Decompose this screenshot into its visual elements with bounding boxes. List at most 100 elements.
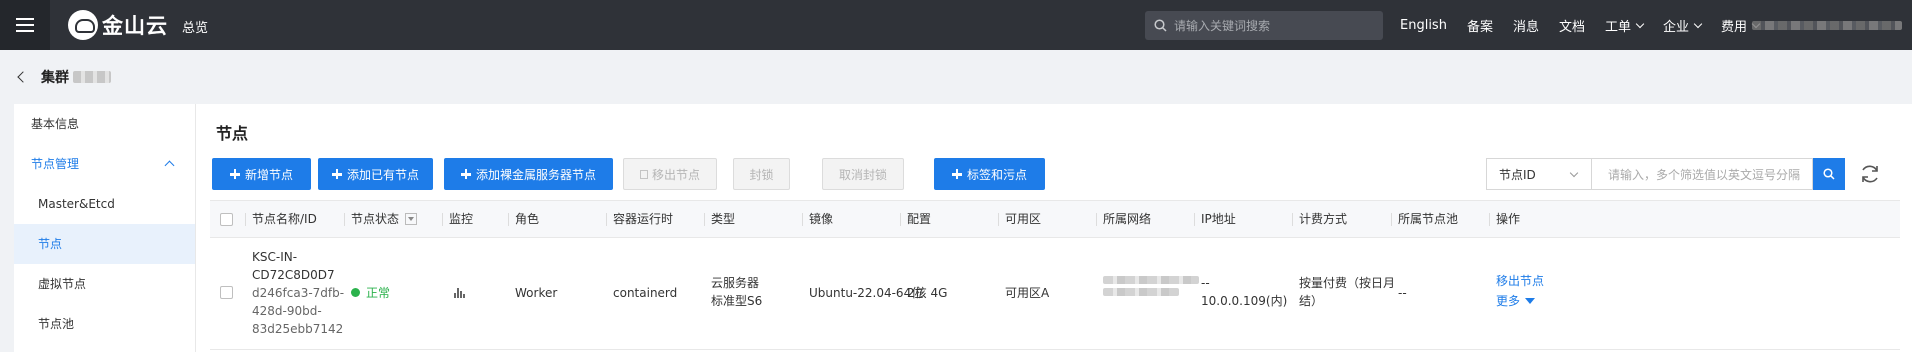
labels-taints-label: 标签和污点 [966, 167, 1027, 182]
column-header-monitor: 监控 [442, 201, 473, 237]
node-id-line: 428d-90bd- [252, 304, 322, 318]
sidebar-item-nodes[interactable]: 节点 [14, 224, 195, 264]
column-header-role: 角色 [508, 201, 539, 237]
sidebar-item-node-pool[interactable]: 节点池 [14, 304, 195, 344]
node-name-cell: KSC-IN- CD72C8D0D7 d246fca3-7dfb- 428d-9… [252, 248, 344, 338]
node-status-text: 正常 [366, 286, 391, 300]
cloud-logo-icon [68, 10, 98, 40]
nav-filing[interactable]: 备案 [1467, 16, 1493, 35]
nav-docs[interactable]: 文档 [1559, 16, 1585, 35]
row-checkbox[interactable] [220, 286, 233, 299]
column-divider [1292, 213, 1293, 226]
filter-field-select[interactable]: 节点ID [1486, 158, 1592, 190]
top-navigation-bar: 金山云 总览 请输入关键词搜索 English 备案 消息 文档 工单 企业 费… [0, 0, 1912, 50]
sidebar-item-virtual-nodes[interactable]: 虚拟节点 [14, 264, 195, 304]
monitor-chart-icon[interactable] [454, 288, 466, 298]
uncordon-button[interactable]: 取消封锁 [822, 158, 904, 190]
filter-input[interactable]: 请输入，多个筛选值以英文逗号分隔 [1592, 158, 1813, 190]
column-divider [606, 213, 607, 226]
column-header-status-label: 节点状态 [351, 212, 400, 226]
sidebar-item-basic-info[interactable]: 基本信息 [14, 104, 195, 144]
chevron-up-icon [164, 160, 175, 171]
column-header-runtime: 容器运行时 [606, 201, 673, 237]
search-placeholder: 请输入关键词搜索 [1174, 19, 1271, 33]
node-name-line: KSC-IN- [252, 250, 298, 264]
cluster-title: 集群 [41, 70, 69, 86]
nav-english[interactable]: English [1400, 18, 1447, 33]
remove-node-button[interactable]: 移出节点 [623, 158, 717, 190]
breadcrumb: 集群 [16, 66, 111, 88]
logo[interactable]: 金山云 [68, 10, 168, 40]
node-name-line: CD72C8D0D7 [252, 268, 335, 282]
column-divider [508, 213, 509, 226]
column-header-zone-label: 可用区 [1005, 212, 1042, 226]
search-icon [1154, 19, 1167, 32]
add-node-button[interactable]: 新增节点 [212, 158, 311, 190]
sidebar: 基本信息 节点管理 Master&Etcd 节点 虚拟节点 节点池 [14, 104, 196, 352]
column-divider [1489, 213, 1490, 226]
remove-node-link[interactable]: 移出节点 [1496, 272, 1544, 290]
add-node-label: 新增节点 [244, 167, 293, 182]
column-header-node-pool-label: 所属节点池 [1398, 212, 1459, 226]
billing-line: 结） [1299, 294, 1324, 308]
column-header-node-pool: 所属节点池 [1391, 201, 1459, 237]
plus-icon [229, 169, 240, 179]
sidebar-item-master-etcd[interactable]: Master&Etcd [14, 184, 195, 224]
redacted-line [1103, 276, 1199, 284]
node-status-cell: 正常 [351, 284, 390, 302]
column-header-actions-label: 操作 [1496, 212, 1521, 226]
filter-search-button[interactable] [1813, 158, 1845, 190]
zone-cell: 可用区A [1005, 286, 1050, 300]
select-all-checkbox[interactable] [220, 213, 233, 226]
nav-billing-label: 费用 [1721, 19, 1748, 35]
account-menu[interactable] [1752, 21, 1902, 30]
global-search-input[interactable]: 请输入关键词搜索 [1145, 11, 1383, 40]
column-header-type-label: 类型 [711, 212, 736, 226]
column-header-billing: 计费方式 [1292, 201, 1348, 237]
column-divider [442, 213, 443, 226]
column-divider [1391, 213, 1392, 226]
labels-taints-button[interactable]: 标签和污点 [934, 158, 1045, 190]
column-divider [704, 213, 705, 226]
monitor-bar [463, 294, 465, 298]
column-header-network: 所属网络 [1096, 201, 1151, 237]
column-divider [1096, 213, 1097, 226]
overview-link[interactable]: 总览 [182, 17, 208, 36]
network-cell-redacted [1103, 276, 1199, 306]
menu-icon[interactable] [0, 0, 50, 50]
billing-cell: 按量付费（按日月 结） [1299, 274, 1395, 310]
top-nav-links: English 备案 消息 文档 工单 企业 费用 [1400, 0, 1779, 50]
add-existing-node-button[interactable]: 添加已有节点 [318, 158, 433, 190]
column-header-image: 镜像 [802, 201, 833, 237]
more-actions-link[interactable]: 更多 [1496, 292, 1544, 310]
caret-down-icon [1525, 297, 1536, 304]
add-bare-metal-button[interactable]: 添加裸金属服务器节点 [444, 158, 613, 190]
node-id-line: 83d25ebb7142 [252, 322, 344, 336]
role-cell: Worker [515, 286, 558, 300]
type-line: 标准型S6 [711, 294, 763, 308]
sidebar-group-label: 节点管理 [31, 157, 80, 171]
back-arrow-icon[interactable] [17, 71, 29, 83]
refresh-icon[interactable] [1858, 162, 1882, 186]
column-header-name: 节点名称/ID [245, 201, 317, 237]
ip-line: -- [1201, 276, 1210, 290]
page-title: 节点 [216, 124, 249, 143]
cluster-name-redacted [73, 71, 111, 83]
redacted-line [1103, 288, 1179, 296]
column-header-name-label: 节点名称/ID [252, 212, 317, 226]
monitor-bar [454, 293, 456, 298]
actions-cell: 移出节点 更多 [1496, 272, 1544, 310]
column-header-billing-label: 计费方式 [1299, 212, 1348, 226]
nav-enterprise[interactable]: 企业 [1663, 16, 1703, 35]
cordon-button[interactable]: 封锁 [733, 158, 790, 190]
billing-line: 按量付费（按日月 [1299, 276, 1396, 290]
plus-icon [951, 169, 962, 179]
nav-enterprise-label: 企业 [1663, 19, 1690, 35]
filter-icon[interactable] [405, 212, 418, 225]
plus-icon [331, 169, 342, 179]
nav-tickets[interactable]: 工单 [1605, 16, 1645, 35]
monitor-bar [457, 288, 459, 298]
column-header-actions: 操作 [1489, 201, 1521, 237]
sidebar-group-node-management[interactable]: 节点管理 [14, 144, 195, 184]
nav-messages[interactable]: 消息 [1513, 16, 1539, 35]
